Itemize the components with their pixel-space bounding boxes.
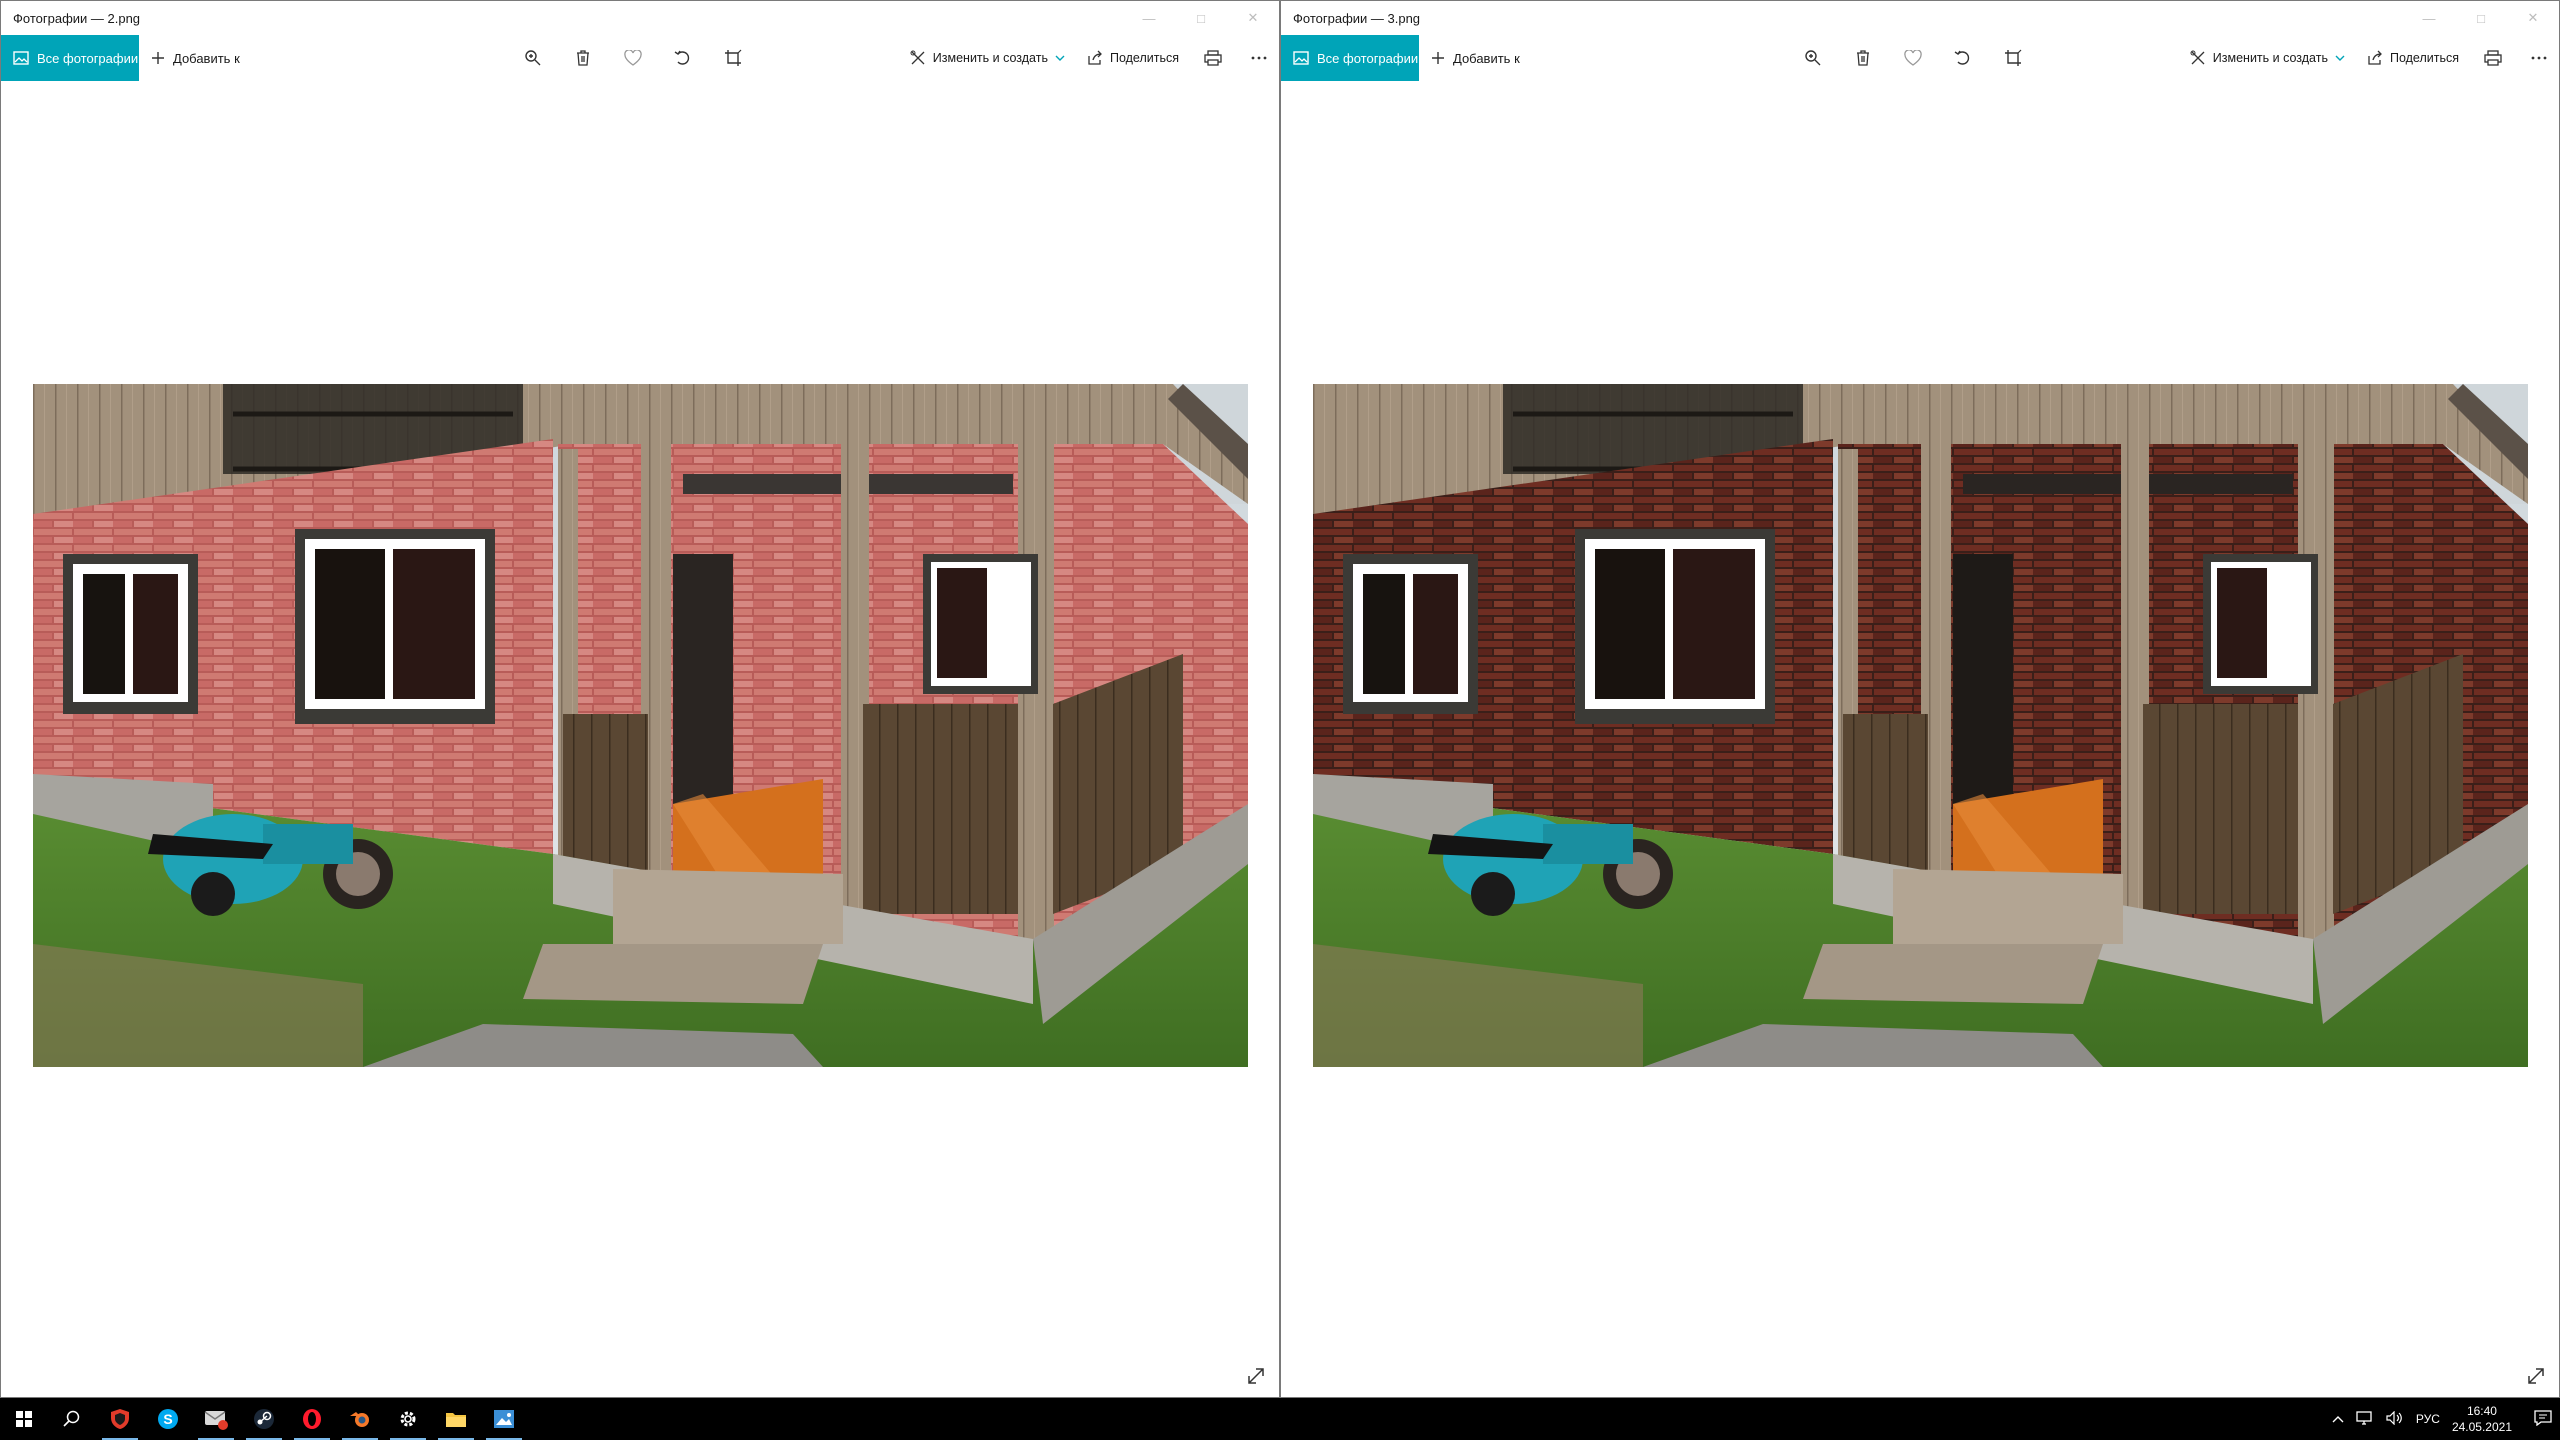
- close-button[interactable]: ✕: [1227, 1, 1279, 35]
- network-icon[interactable]: [2356, 1410, 2374, 1428]
- plus-icon: [152, 52, 164, 64]
- opera-icon[interactable]: [288, 1398, 336, 1440]
- share-icon: [2368, 50, 2382, 65]
- favorite-heart-icon[interactable]: [1901, 46, 1925, 70]
- edit-create-menu[interactable]: Изменить и создать: [910, 50, 1065, 66]
- crop-icon[interactable]: [721, 46, 745, 70]
- taskbar: S РУС 16:40 24.05.2021: [0, 1398, 2560, 1440]
- house-render-image: [33, 384, 1248, 1067]
- window-title: Фотографии — 3.png: [1293, 10, 1421, 26]
- all-photos-button[interactable]: Все фотографии: [1281, 35, 1419, 81]
- add-to-label: Добавить к: [1453, 50, 1520, 66]
- share-label: Поделиться: [1109, 51, 1179, 65]
- photos-app-icon[interactable]: [480, 1398, 528, 1440]
- shield-app-icon[interactable]: [96, 1398, 144, 1440]
- system-tray: РУС 16:40 24.05.2021: [2332, 1398, 2560, 1440]
- share-label: Поделиться: [2389, 51, 2459, 65]
- window-controls: — □ ✕: [1123, 1, 1279, 35]
- rotate-icon[interactable]: [671, 46, 695, 70]
- favorite-heart-icon[interactable]: [621, 46, 645, 70]
- print-icon[interactable]: [1201, 46, 1225, 70]
- all-photos-button[interactable]: Все фотографии: [1, 35, 139, 81]
- edit-create-label: Изменить и создать: [932, 51, 1048, 65]
- add-to-button[interactable]: Добавить к: [151, 51, 240, 66]
- title-bar: Фотографии — 2.png — □ ✕: [1, 1, 1279, 35]
- full-screen-icon[interactable]: [2525, 1365, 2547, 1387]
- all-photos-label: Все фотографии: [1317, 50, 1419, 66]
- windows-start-icon[interactable]: [0, 1398, 48, 1440]
- window-controls: — □ ✕: [2403, 1, 2559, 35]
- mail-app-icon[interactable]: [192, 1398, 240, 1440]
- edit-create-label: Изменить и создать: [2212, 51, 2328, 65]
- maximize-button[interactable]: □: [2455, 1, 2507, 35]
- share-button[interactable]: Поделиться: [1087, 50, 1179, 66]
- photos-window-left: Фотографии — 2.png — □ ✕ Все фотографии …: [0, 0, 1280, 1398]
- share-button[interactable]: Поделиться: [2367, 50, 2459, 66]
- photos-icon: [1293, 51, 1309, 65]
- minimize-button[interactable]: —: [1123, 1, 1175, 35]
- search-icon[interactable]: [48, 1398, 96, 1440]
- input-language[interactable]: РУС: [2416, 1412, 2440, 1426]
- toolbar: Все фотографии Добавить к Изменить и соз…: [1281, 35, 2559, 81]
- volume-icon[interactable]: [2386, 1410, 2404, 1428]
- image-viewer: [1, 81, 1279, 1397]
- rotate-icon[interactable]: [1951, 46, 1975, 70]
- add-to-button[interactable]: Добавить к: [1431, 51, 1520, 66]
- tool-group: [521, 35, 745, 81]
- close-button[interactable]: ✕: [2507, 1, 2559, 35]
- plus-icon: [1432, 52, 1444, 64]
- toolbar: Все фотографии Добавить к Изменить и соз…: [1, 35, 1279, 81]
- share-icon: [1088, 50, 1102, 65]
- more-options-icon[interactable]: [1247, 46, 1271, 70]
- title-bar: Фотографии — 3.png — □ ✕: [1281, 1, 2559, 35]
- skype-icon[interactable]: S: [144, 1398, 192, 1440]
- edit-create-icon: [2190, 50, 2205, 65]
- zoom-icon[interactable]: [1801, 46, 1825, 70]
- photos-window-right: Фотографии — 3.png — □ ✕ Все фотографии …: [1280, 0, 2560, 1398]
- delete-icon[interactable]: [571, 46, 595, 70]
- zoom-icon[interactable]: [521, 46, 545, 70]
- settings-gear-icon[interactable]: [384, 1398, 432, 1440]
- notifications-icon[interactable]: [2534, 1409, 2552, 1429]
- blender-icon[interactable]: [336, 1398, 384, 1440]
- photos-icon: [13, 51, 29, 65]
- chevron-down-icon: [1055, 55, 1065, 61]
- chevron-down-icon: [2335, 55, 2345, 61]
- toolbar-right: Изменить и создать Поделиться: [2190, 35, 2551, 81]
- full-screen-icon[interactable]: [1245, 1365, 1267, 1387]
- image-viewer: [1281, 81, 2559, 1397]
- crop-icon[interactable]: [2001, 46, 2025, 70]
- add-to-label: Добавить к: [173, 50, 240, 66]
- more-options-icon[interactable]: [2527, 46, 2551, 70]
- house-render-image: [1313, 384, 2528, 1067]
- clock[interactable]: 16:40 24.05.2021: [2452, 1403, 2512, 1435]
- delete-icon[interactable]: [1851, 46, 1875, 70]
- print-icon[interactable]: [2481, 46, 2505, 70]
- edit-create-menu[interactable]: Изменить и создать: [2190, 50, 2345, 66]
- all-photos-label: Все фотографии: [37, 50, 139, 66]
- tool-group: [1801, 35, 2025, 81]
- edit-create-icon: [910, 50, 925, 65]
- toolbar-right: Изменить и создать Поделиться: [910, 35, 1271, 81]
- clock-date: 24.05.2021: [2451, 1420, 2512, 1434]
- steam-icon[interactable]: [240, 1398, 288, 1440]
- svg-text:S: S: [163, 1411, 172, 1427]
- minimize-button[interactable]: —: [2403, 1, 2455, 35]
- window-title: Фотографии — 2.png: [13, 10, 141, 26]
- maximize-button[interactable]: □: [1175, 1, 1227, 35]
- chevron-up-icon[interactable]: [2332, 1412, 2344, 1426]
- clock-time: 16:40: [2466, 1404, 2497, 1418]
- file-explorer-icon[interactable]: [432, 1398, 480, 1440]
